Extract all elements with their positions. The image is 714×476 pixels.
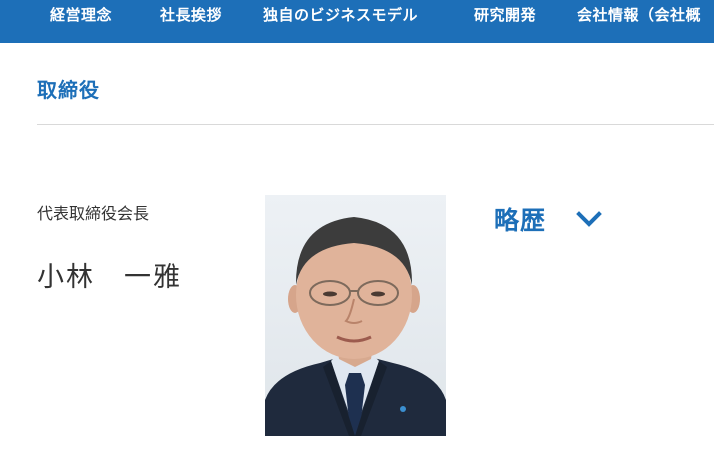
chevron-down-icon [576, 209, 602, 229]
divider [37, 124, 714, 125]
director-name: 小林 一雅 [37, 262, 182, 293]
biography-label: 略歴 [494, 206, 547, 235]
nav-item-philosophy[interactable]: 経営理念 [50, 0, 112, 33]
nav-item-business-model[interactable]: 独自のビジネスモデル [263, 0, 418, 33]
nav-item-research[interactable]: 研究開発 [474, 0, 536, 33]
director-role: 代表取締役会長 [37, 204, 150, 223]
nav-item-company-info[interactable]: 会社情報（会社概 [577, 0, 701, 33]
biography-toggle[interactable]: 略歴 [494, 201, 602, 237]
director-portrait-photo [265, 195, 446, 436]
section-title: 取締役 [37, 78, 100, 102]
top-navigation: 経営理念 社長挨拶 独自のビジネスモデル 研究開発 会社情報（会社概 [0, 0, 714, 43]
portrait-illustration [265, 195, 446, 436]
nav-item-president-message[interactable]: 社長挨拶 [160, 0, 222, 33]
